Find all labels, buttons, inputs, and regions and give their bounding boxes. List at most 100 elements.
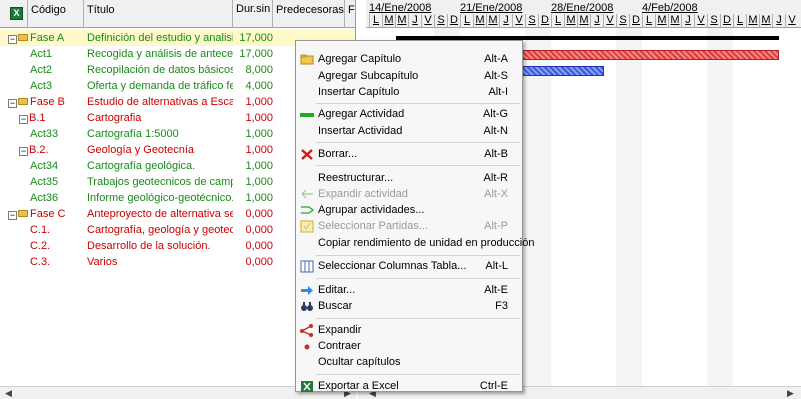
menu-item-label: Ocultar capítulos bbox=[318, 356, 401, 368]
column-header-extra[interactable]: F bbox=[345, 0, 355, 28]
day-label: S bbox=[616, 14, 629, 27]
row-title-cell[interactable]: Varios bbox=[87, 254, 233, 270]
menu-item[interactable]: Reestructurar... Alt-R bbox=[296, 170, 522, 187]
column-header-duration[interactable]: Dur.sin paros bbox=[233, 0, 273, 28]
collapse-toggle-icon[interactable]: − bbox=[8, 211, 17, 220]
row-title-cell[interactable]: Oferta y demanda de tráfico fer bbox=[87, 78, 233, 94]
row-title-cell[interactable]: Recopilación de datos básicos. bbox=[87, 62, 233, 78]
column-header-code[interactable]: Código bbox=[27, 0, 84, 28]
activity-bar[interactable] bbox=[522, 50, 779, 60]
menu-item[interactable]: Agregar Subcapítulo Alt-S bbox=[296, 68, 522, 85]
menu-item[interactable]: Seleccionar Columnas Tabla... Alt-L bbox=[296, 258, 522, 275]
row-duration-cell[interactable]: 1,000 bbox=[233, 174, 273, 190]
row-title-cell[interactable]: Cartografía geológica. bbox=[87, 158, 233, 174]
menu-item-label: Buscar bbox=[318, 300, 353, 312]
menu-item[interactable]: Borrar... Alt-B bbox=[296, 146, 522, 163]
menu-item-shortcut: Alt-L bbox=[485, 260, 508, 272]
column-header-title[interactable]: Título bbox=[84, 0, 233, 28]
day-label: L bbox=[369, 14, 382, 27]
collapse-toggle-icon[interactable]: − bbox=[19, 115, 28, 124]
row-code-cell[interactable]: − Fase B bbox=[0, 94, 84, 110]
collapse-dot-icon bbox=[300, 340, 314, 353]
row-duration-cell[interactable]: 17,000 bbox=[233, 46, 273, 62]
row-duration-cell[interactable]: 1,000 bbox=[233, 190, 273, 206]
menu-item[interactable]: Buscar F3 bbox=[296, 298, 522, 315]
row-title-cell[interactable]: Cartografía, geología y geotecn bbox=[87, 222, 233, 238]
row-code-text: Fase A bbox=[30, 32, 65, 44]
row-title-cell[interactable]: Informe geológico-geotécnico.1 bbox=[87, 190, 233, 206]
activity-bar[interactable] bbox=[522, 66, 604, 76]
collapse-toggle-icon[interactable]: − bbox=[19, 147, 28, 156]
row-code-cell[interactable]: Act1 bbox=[0, 46, 84, 62]
row-duration-cell[interactable]: 1,000 bbox=[233, 158, 273, 174]
menu-item[interactable]: Seleccionar Partidas... Alt-P bbox=[296, 218, 522, 235]
menu-item[interactable]: Insertar Actividad Alt-N bbox=[296, 123, 522, 140]
row-code-cell[interactable]: − Fase C bbox=[0, 206, 84, 222]
row-code-cell[interactable]: Act36 bbox=[0, 190, 84, 206]
week-label: 21/Ene/2008 bbox=[460, 2, 523, 14]
row-code-cell[interactable]: C.1. bbox=[0, 222, 84, 238]
day-label: L bbox=[733, 14, 746, 27]
menu-item[interactable]: Exportar a Excel Ctrl-E bbox=[296, 378, 522, 395]
row-code-cell[interactable]: Act34 bbox=[0, 158, 84, 174]
menu-item[interactable]: Copiar rendimiento de unidad en producci… bbox=[296, 235, 534, 252]
day-label: M bbox=[668, 14, 681, 27]
row-duration-cell[interactable]: 0,000 bbox=[233, 222, 273, 238]
row-title-cell[interactable]: Cartografía 1:5000 bbox=[87, 126, 233, 142]
menu-item[interactable]: Agregar Actividad Alt-G bbox=[296, 106, 522, 123]
row-duration-cell[interactable]: 0,000 bbox=[233, 254, 273, 270]
day-label: V bbox=[512, 14, 525, 27]
menu-item-label: Seleccionar Columnas Tabla... bbox=[318, 260, 467, 272]
row-duration-cell[interactable]: 1,000 bbox=[233, 94, 273, 110]
row-code-cell[interactable]: − B.1 bbox=[0, 110, 84, 126]
row-code-cell[interactable]: Act35 bbox=[0, 174, 84, 190]
day-label: L bbox=[551, 14, 564, 27]
row-duration-cell[interactable]: 17,000 bbox=[233, 30, 273, 46]
row-duration-cell[interactable]: 1,000 bbox=[233, 142, 273, 158]
menu-separator bbox=[316, 374, 520, 375]
menu-item[interactable]: Contraer bbox=[296, 338, 522, 355]
row-code-cell[interactable]: Act2 bbox=[0, 62, 84, 78]
row-title-cell[interactable]: Trabajos geotecnicos de campo bbox=[87, 174, 233, 190]
day-label: M bbox=[473, 14, 486, 27]
folder-icon bbox=[18, 98, 28, 105]
scroll-left-arrow-icon[interactable]: ◀ bbox=[2, 387, 15, 399]
day-label: V bbox=[694, 14, 707, 27]
row-duration-cell[interactable]: 1,000 bbox=[233, 126, 273, 142]
menu-item[interactable]: Expandir actividad Alt-X bbox=[296, 186, 522, 203]
menu-item-shortcut: Alt-E bbox=[484, 284, 508, 296]
menu-item[interactable]: Editar... Alt-E bbox=[296, 282, 522, 299]
column-header-predecessors[interactable]: Predecesoras bbox=[273, 0, 345, 28]
row-code-cell[interactable]: − Fase A bbox=[0, 30, 84, 46]
row-duration-cell[interactable]: 4,000 bbox=[233, 78, 273, 94]
menu-item-label: Insertar Capítulo bbox=[318, 86, 400, 98]
row-duration-cell[interactable]: 1,000 bbox=[233, 110, 273, 126]
row-code-cell[interactable]: − B.2. bbox=[0, 142, 84, 158]
day-label: M bbox=[564, 14, 577, 27]
menu-item[interactable]: Agrupar actividades... bbox=[296, 202, 522, 219]
row-duration-cell[interactable]: 0,000 bbox=[233, 238, 273, 254]
gantt-scroll-right-arrow-icon[interactable]: ▶ bbox=[784, 387, 797, 399]
row-title-cell[interactable]: Definición del estudio y analisis bbox=[87, 30, 233, 46]
row-code-cell[interactable]: Act3 bbox=[0, 78, 84, 94]
row-title-cell[interactable]: Desarrollo de la solución. bbox=[87, 238, 233, 254]
menu-item[interactable]: Agregar Capítulo Alt-A bbox=[296, 51, 522, 68]
row-title-cell[interactable]: Anteproyecto de alternativa sel bbox=[87, 206, 233, 222]
collapse-toggle-icon[interactable]: − bbox=[8, 99, 17, 108]
menu-item[interactable]: Insertar Capítulo Alt-I bbox=[296, 84, 522, 101]
row-code-cell[interactable]: Act33 bbox=[0, 126, 84, 142]
row-code-cell[interactable]: C.2. bbox=[0, 238, 84, 254]
row-title-cell[interactable]: Estudio de alternativas a Escal bbox=[87, 94, 233, 110]
week-label: 14/Ene/2008 bbox=[369, 2, 432, 14]
row-duration-cell[interactable]: 0,000 bbox=[233, 206, 273, 222]
row-code-cell[interactable]: C.3. bbox=[0, 254, 84, 270]
row-title-cell[interactable]: Cartografia bbox=[87, 110, 233, 126]
row-duration-cell[interactable]: 8,000 bbox=[233, 62, 273, 78]
menu-item[interactable]: Expandir bbox=[296, 322, 522, 339]
menu-item[interactable]: Ocultar capítulos bbox=[296, 354, 522, 371]
collapse-toggle-icon[interactable]: − bbox=[8, 35, 17, 44]
row-title-cell[interactable]: Geología y Geotecnía bbox=[87, 142, 233, 158]
row-title-cell[interactable]: Recogida y análisis de antecede bbox=[87, 46, 233, 62]
day-label: M bbox=[486, 14, 499, 27]
excel-export-icon[interactable]: X bbox=[10, 7, 23, 20]
